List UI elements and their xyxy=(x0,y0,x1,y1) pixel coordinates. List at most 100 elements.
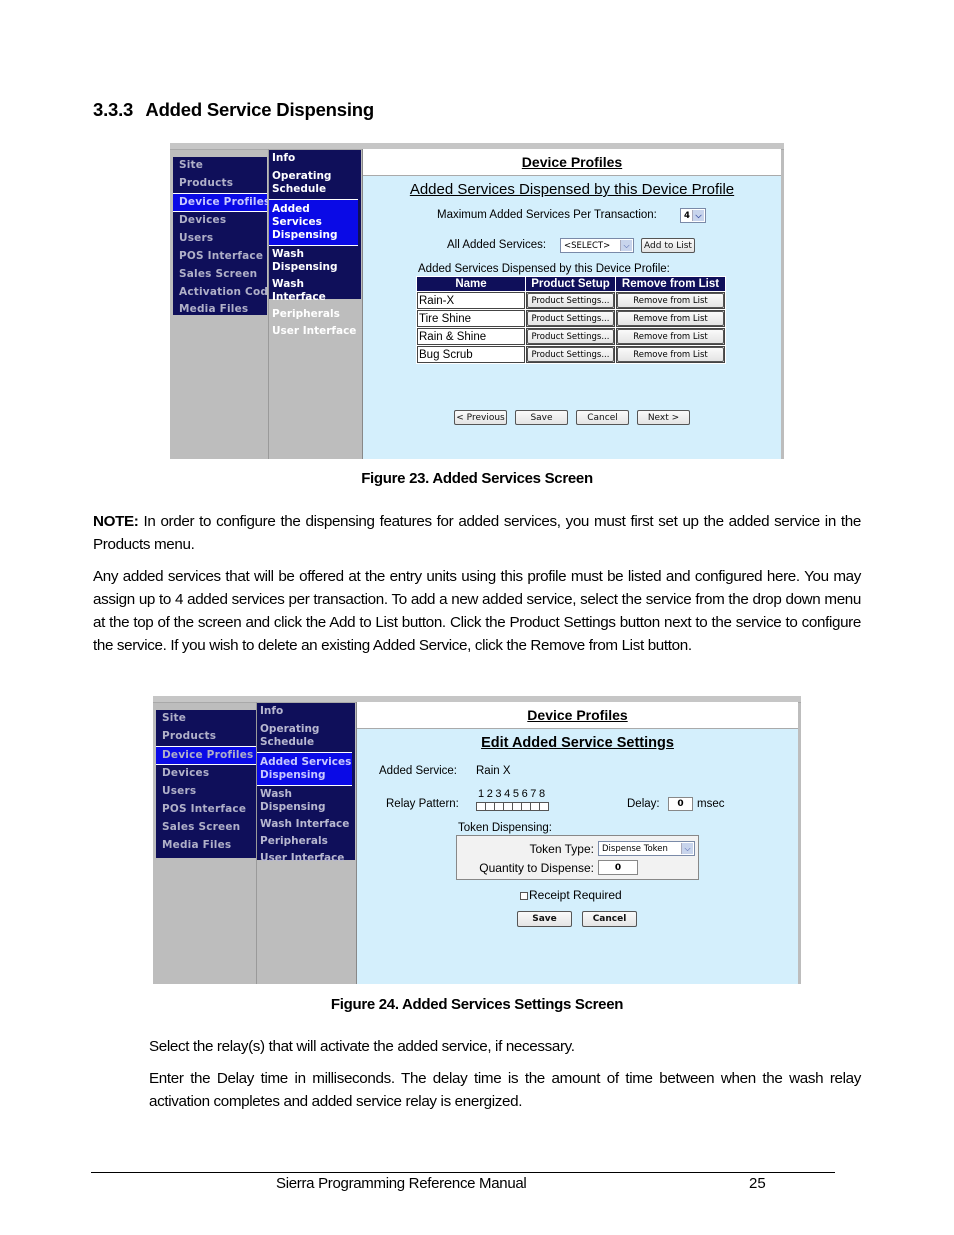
added-service-value: Rain X xyxy=(476,765,511,777)
quantity-label: Quantity to Dispense: xyxy=(479,861,594,875)
token-type-value: Dispense Token xyxy=(602,843,668,854)
nav-item-products[interactable]: Products xyxy=(156,728,256,746)
footer-title: Sierra Programming Reference Manual xyxy=(276,1175,527,1192)
subtitle: Edit Added Service Settings xyxy=(481,735,674,751)
nav-item-site[interactable]: Site xyxy=(173,157,267,175)
chevron-down-icon: ⌵ xyxy=(692,210,704,221)
subnav-item-operating-schedule[interactable]: Operating Schedule xyxy=(257,720,352,752)
add-to-list-button[interactable]: Add to List xyxy=(641,238,695,253)
nav-item-users[interactable]: Users xyxy=(173,230,267,248)
subnav-item-info[interactable]: Info xyxy=(257,703,352,720)
remove-from-list-button[interactable]: Remove from List xyxy=(617,347,724,362)
product-settings-button[interactable]: Product Settings... xyxy=(527,347,614,362)
subnav-item-added-services-dispensing[interactable]: Added Services Dispensing xyxy=(257,752,352,786)
remove-from-list-button[interactable]: Remove from List xyxy=(617,311,724,326)
save-button[interactable]: Save xyxy=(515,410,568,425)
table-row: Bug Scrub Product Settings... Remove from … xyxy=(417,346,725,363)
save-button[interactable]: Save xyxy=(517,911,572,927)
remove-from-list-button[interactable]: Remove from List xyxy=(617,293,724,308)
previous-button[interactable]: < Previous xyxy=(454,410,507,425)
cancel-button[interactable]: Cancel xyxy=(582,911,637,927)
primary-nav: Site Products Device Profiles Devices Users P… xyxy=(156,710,256,858)
subnav-item-added-services-dispensing[interactable]: Added Services Dispensing xyxy=(269,199,358,246)
product-setup-cell: Product Settings... xyxy=(526,310,615,327)
service-name: Rain & Shine xyxy=(417,328,525,345)
nav-item-devices[interactable]: Devices xyxy=(156,765,256,783)
section-number: 3.3.3 xyxy=(93,99,134,120)
product-settings-button[interactable]: Product Settings... xyxy=(527,329,614,344)
figure-24-screenshot: Site Products Device Profiles Devices Users P… xyxy=(153,696,801,984)
subnav-item-peripherals[interactable]: Peripherals xyxy=(257,833,352,850)
nav-item-pos-interface[interactable]: POS Interface xyxy=(173,248,267,266)
all-services-label: All Added Services: xyxy=(447,239,547,251)
figure-23-caption: Figure 23. Added Services Screen xyxy=(361,470,593,487)
max-services-select[interactable]: 4 ⌵ xyxy=(680,208,706,223)
nav-item-site[interactable]: Site xyxy=(156,710,256,728)
table-header-row: Name Product Setup Remove from List xyxy=(417,277,725,291)
nav-item-media-files[interactable]: Media Files xyxy=(173,301,267,319)
remove-from-list-button[interactable]: Remove from List xyxy=(617,329,724,344)
receipt-required-option[interactable]: Receipt Required xyxy=(520,888,622,902)
subnav-item-operating-schedule[interactable]: Operating Schedule xyxy=(269,167,358,199)
nav-item-sales-screen[interactable]: Sales Screen xyxy=(173,266,267,284)
nav-item-device-profiles[interactable]: Device Profiles xyxy=(173,192,270,213)
table-row: Tire Shine Product Settings... Remove from… xyxy=(417,310,725,327)
nav-item-device-profiles[interactable]: Device Profiles xyxy=(156,745,256,766)
quantity-input[interactable]: 0 xyxy=(598,860,638,875)
added-service-label: Added Service: xyxy=(379,765,457,777)
list-label: Added Services Dispensed by this Device … xyxy=(418,263,670,275)
subnav-item-user-interface[interactable]: User Interface xyxy=(257,850,352,867)
relay-pattern-label: Relay Pattern: xyxy=(386,798,459,810)
page-title-bar: Device Profiles xyxy=(357,702,798,729)
token-dispensing-group: Token Type: Dispense Token ⌵ Quantity to… xyxy=(456,835,699,880)
subnav-item-wash-interface[interactable]: Wash Interface xyxy=(257,816,352,833)
subnav-item-wash-dispensing[interactable]: Wash Dispensing xyxy=(269,246,358,276)
subnav-item-info[interactable]: Info xyxy=(269,150,358,167)
subnav-item-peripherals[interactable]: Peripherals xyxy=(269,306,358,323)
product-settings-button[interactable]: Product Settings... xyxy=(527,293,614,308)
relay-checkbox-8[interactable] xyxy=(539,802,549,811)
all-services-select[interactable]: <SELECT> ⌵ xyxy=(560,238,634,253)
content-panel: Device Profiles Added Services Dispensed… xyxy=(362,149,781,459)
nav-item-devices[interactable]: Devices xyxy=(173,212,267,230)
receipt-required-label: Receipt Required xyxy=(529,888,622,902)
service-name: Bug Scrub xyxy=(417,346,525,363)
column-header-product-setup: Product Setup xyxy=(526,277,615,291)
section-heading: 3.3.3 Added Service Dispensing xyxy=(93,99,374,121)
note-paragraph: NOTE: In order to configure the dispensi… xyxy=(93,510,861,556)
nav-item-activation-codes[interactable]: Activation Codes xyxy=(173,284,282,302)
column-header-remove: Remove from List xyxy=(616,277,725,291)
product-setup-cell: Product Settings... xyxy=(526,346,615,363)
chevron-down-icon: ⌵ xyxy=(681,843,693,854)
service-name: Rain-X xyxy=(417,292,525,309)
subnav-item-wash-interface[interactable]: Wash Interface xyxy=(269,276,358,306)
secondary-nav: Info Operating Schedule Added Services Dis… xyxy=(257,703,355,864)
remove-cell: Remove from List xyxy=(616,310,725,327)
figure-23-screenshot: Site Products Device Profiles Devices Users P… xyxy=(170,143,784,459)
nav-item-sales-screen[interactable]: Sales Screen xyxy=(156,819,256,837)
page-title: Device Profiles xyxy=(521,154,623,170)
token-type-label: Token Type: xyxy=(529,842,595,856)
nav-item-media-files[interactable]: Media Files xyxy=(156,837,256,855)
product-setup-cell: Product Settings... xyxy=(526,292,615,309)
nav-item-pos-interface[interactable]: POS Interface xyxy=(156,801,256,819)
page-number: 25 xyxy=(749,1175,766,1192)
subnav-item-wash-dispensing[interactable]: Wash Dispensing xyxy=(257,786,352,816)
figure-24-caption: Figure 24. Added Services Settings Scree… xyxy=(330,996,624,1013)
remove-cell: Remove from List xyxy=(616,346,725,363)
secondary-nav: Info Operating Schedule Added Services Dis… xyxy=(269,150,361,337)
cancel-button[interactable]: Cancel xyxy=(576,410,629,425)
note-text: In order to configure the dispensing fea… xyxy=(93,513,861,553)
token-type-select[interactable]: Dispense Token ⌵ xyxy=(598,841,695,856)
page-title: Device Profiles xyxy=(527,707,628,723)
max-services-label: Maximum Added Services Per Transaction: xyxy=(437,209,657,221)
product-settings-button[interactable]: Product Settings... xyxy=(527,311,614,326)
relay-paragraph: Select the relay(s) that will activate t… xyxy=(149,1038,575,1055)
next-button[interactable]: Next > xyxy=(637,410,690,425)
nav-item-users[interactable]: Users xyxy=(156,783,256,801)
delay-input[interactable]: 0 xyxy=(668,797,693,811)
receipt-required-checkbox[interactable] xyxy=(520,891,528,900)
nav-item-products[interactable]: Products xyxy=(173,175,267,193)
subnav-item-user-interface[interactable]: User Interface xyxy=(269,323,358,340)
page-title-bar: Device Profiles xyxy=(363,149,781,176)
